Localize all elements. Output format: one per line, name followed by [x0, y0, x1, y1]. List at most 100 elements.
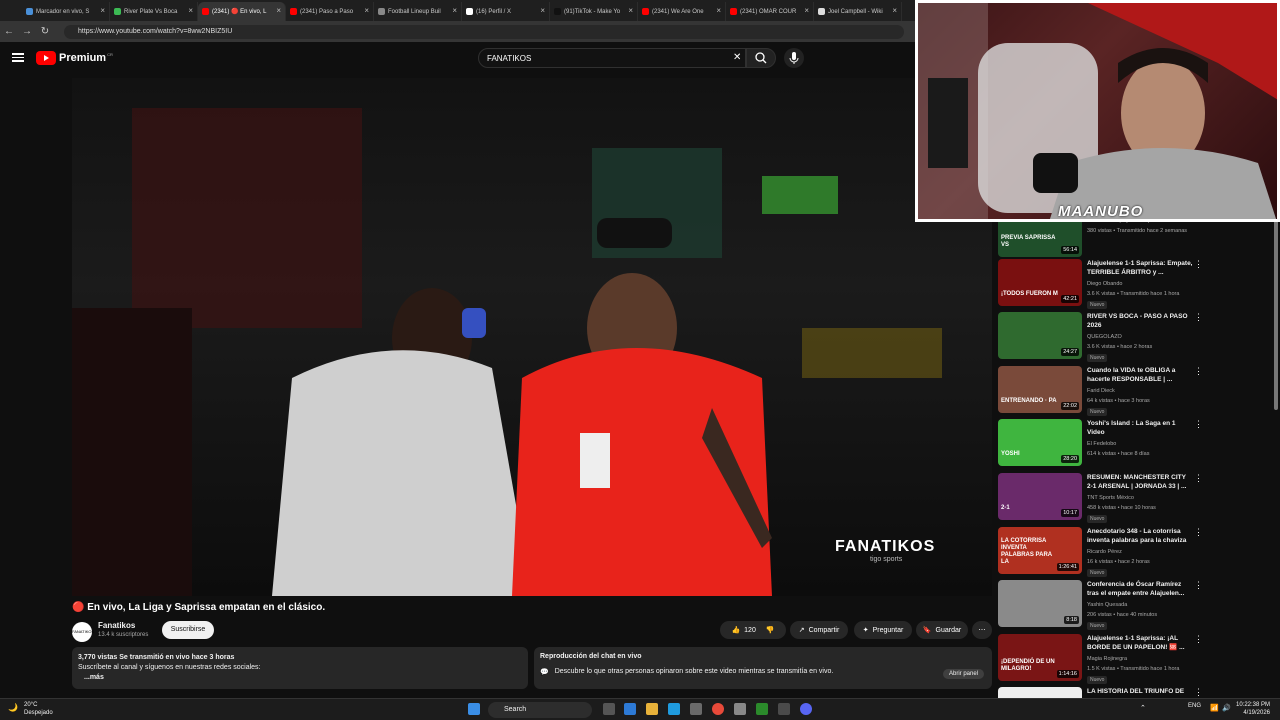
related-video-item[interactable]: 2-1 10:17 RESUMEN: MANCHESTER CITY 2-1 ARS…	[998, 473, 1273, 525]
close-tab-icon[interactable]: ×	[540, 6, 545, 15]
close-tab-icon[interactable]: ×	[188, 6, 193, 15]
browser-tab[interactable]: (2341) OMAR COUR ×	[726, 2, 814, 21]
weather-widget[interactable]: 🌙 20°C Despejado	[8, 701, 53, 717]
open-panel-button[interactable]: Abrir panel	[942, 669, 984, 679]
volume-icon[interactable]: 🔊	[1222, 704, 1231, 712]
close-tab-icon[interactable]: ×	[364, 6, 369, 15]
more-vertical-icon[interactable]: ⋮	[1194, 687, 1203, 698]
app-icon[interactable]	[778, 703, 790, 715]
more-actions-button[interactable]: ⋯	[972, 621, 992, 639]
video-thumbnail[interactable]: 24:27	[998, 312, 1082, 360]
browser-tab[interactable]: Football Lineup Buil ×	[374, 2, 462, 21]
related-channel-name[interactable]: Diego Obando	[1087, 281, 1122, 287]
more-vertical-icon[interactable]: ⋮	[1194, 259, 1203, 270]
share-button[interactable]: ↗ Compartir	[790, 621, 848, 639]
nvidia-icon[interactable]	[756, 703, 768, 715]
close-tab-icon[interactable]: ×	[892, 6, 897, 15]
more-vertical-icon[interactable]: ⋮	[1194, 634, 1203, 645]
related-video-title[interactable]: Cuando la VIDA te OBLIGA a hacerte RESPO…	[1087, 366, 1193, 384]
related-video-title[interactable]: Alajuelense 1-1 Saprissa: Empate, TERRIB…	[1087, 259, 1193, 277]
related-channel-name[interactable]: QUEGOLAZO	[1087, 334, 1122, 340]
reload-icon[interactable]: ↻	[36, 26, 54, 37]
related-video-item[interactable]: 8:18 Conferencia de Óscar Ramírez tras el…	[998, 580, 1273, 632]
related-channel-name[interactable]: Magia Rojinegra	[1087, 656, 1127, 662]
related-video-title[interactable]: Anecdotario 348 - La cotorrisa inventa p…	[1087, 527, 1193, 545]
description-more[interactable]: ...más	[78, 673, 522, 683]
copilot-icon[interactable]	[624, 703, 636, 715]
video-thumbnail[interactable]: ENTRENANDO · PA 22:02	[998, 365, 1082, 413]
channel-avatar[interactable]: FANATIKOS	[72, 622, 94, 642]
voice-search-button[interactable]	[784, 48, 804, 68]
file-explorer-icon[interactable]	[646, 703, 658, 715]
close-tab-icon[interactable]: ×	[276, 6, 281, 15]
dislike-icon[interactable]: 👎	[766, 626, 775, 634]
browser-tab[interactable]: Joel Campbell - Wiki ×	[814, 2, 902, 21]
related-video-item[interactable]: PREVIA SAPRISSA VS 56:14 Palco de Pie | By…	[998, 220, 1273, 262]
browser-tab[interactable]: (2341) 🔴 En vivo, L ×	[198, 2, 286, 21]
clear-search-icon[interactable]: ✕	[733, 52, 741, 63]
like-icon[interactable]: 👍	[731, 626, 740, 634]
store-icon[interactable]	[690, 703, 702, 715]
browser-tab[interactable]: (16) Perfil / X ×	[462, 2, 550, 21]
task-view-icon[interactable]	[603, 703, 615, 715]
related-video-item[interactable]: ENTRENANDO · PA 22:02 Cuando la VIDA te OB…	[998, 365, 1273, 418]
video-thumbnail[interactable]: 2-1 10:17	[998, 473, 1082, 520]
youtube-logo[interactable]: Premium CR	[36, 51, 113, 65]
related-video-item[interactable]: ¡DEPENDIÓ DE UN MILAGRO! 1:14:16 Alajuelen…	[998, 633, 1273, 686]
video-thumbnail[interactable]: YOSHI 28:20	[998, 419, 1082, 467]
close-tab-icon[interactable]: ×	[628, 6, 633, 15]
sidebar-scrollbar[interactable]	[1274, 220, 1278, 410]
url-field[interactable]: https://www.youtube.com/watch?v=8ww2NBIZ…	[64, 25, 904, 39]
discord-icon[interactable]	[800, 703, 812, 715]
browser-tab[interactable]: River Plate Vs Boca ×	[110, 2, 198, 21]
close-tab-icon[interactable]: ×	[452, 6, 457, 15]
related-video-title[interactable]: RESUMEN: MANCHESTER CITY 2-1 ARSENAL | J…	[1087, 473, 1193, 491]
more-vertical-icon[interactable]: ⋮	[1194, 366, 1203, 377]
related-video-item[interactable]: YOSHI 28:20 Yoshi's Island : La Saga en 1 …	[998, 419, 1273, 471]
video-thumbnail[interactable]: PREVIA SAPRISSA VS 56:14	[998, 220, 1082, 257]
browser-tab[interactable]: (2341) We Are One ×	[638, 2, 726, 21]
subscribe-button[interactable]: Suscribirse	[162, 621, 214, 639]
chrome-icon[interactable]	[712, 703, 724, 715]
ask-button[interactable]: ✦ Preguntar	[854, 621, 912, 639]
close-tab-icon[interactable]: ×	[804, 6, 809, 15]
back-icon[interactable]: ←	[0, 26, 18, 37]
related-video-item[interactable]: ¡TODOS FUERON M 42:21 Alajuelense 1-1 Sapr…	[998, 258, 1273, 311]
related-video-item[interactable]: LA COTORRISA INVENTA PALABRAS PARA LA 1:2…	[998, 526, 1273, 579]
system-clock[interactable]: 10:22:38 PM 4/19/2026	[1236, 701, 1270, 717]
windows-start-icon[interactable]	[468, 703, 480, 715]
video-thumbnail[interactable]: LA COTORRISA INVENTA PALABRAS PARA LA 1:2…	[998, 526, 1082, 574]
more-vertical-icon[interactable]: ⋮	[1194, 580, 1203, 591]
related-channel-name[interactable]: Yashin Quesada	[1087, 602, 1127, 608]
related-video-title[interactable]: RIVER VS BOCA - PASO A PASO 2026	[1087, 312, 1193, 330]
tray-chevron-icon[interactable]: ⌃	[1140, 704, 1146, 712]
search-button[interactable]	[746, 48, 776, 68]
more-vertical-icon[interactable]: ⋮	[1194, 419, 1203, 430]
hamburger-menu-icon[interactable]	[12, 51, 24, 63]
related-channel-name[interactable]: El Fedelobo	[1087, 441, 1116, 447]
related-channel-name[interactable]: Farid Dieck	[1087, 388, 1115, 394]
taskbar-search[interactable]: Search	[488, 702, 592, 718]
edge-icon[interactable]	[668, 703, 680, 715]
video-thumbnail[interactable]: 8:18	[998, 580, 1082, 628]
more-vertical-icon[interactable]: ⋮	[1194, 473, 1203, 484]
video-thumbnail[interactable]: ¡TODOS FUERON M 42:21	[998, 258, 1082, 306]
forward-icon[interactable]: →	[18, 26, 36, 37]
video-thumbnail[interactable]: ¡DEPENDIÓ DE UN MILAGRO! 1:14:16	[998, 633, 1082, 681]
related-video-title[interactable]: Yoshi's Island : La Saga en 1 Video	[1087, 419, 1193, 437]
related-video-title[interactable]: LA HISTORIA DEL TRIUNFO DE	[1087, 687, 1193, 696]
search-input[interactable]: FANATIKOS	[478, 48, 746, 68]
browser-tab[interactable]: Marcador en vivo, S ×	[22, 2, 110, 21]
more-vertical-icon[interactable]: ⋮	[1194, 527, 1203, 538]
description-box[interactable]: 3,770 vistas Se transmitió en vivo hace …	[72, 647, 528, 689]
close-tab-icon[interactable]: ×	[716, 6, 721, 15]
close-tab-icon[interactable]: ×	[100, 6, 105, 15]
save-button[interactable]: 🔖 Guardar	[916, 621, 968, 639]
related-video-item[interactable]: 24:27 RIVER VS BOCA - PASO A PASO 2026 QUE…	[998, 312, 1273, 364]
more-vertical-icon[interactable]: ⋮	[1194, 312, 1203, 323]
browser-tab[interactable]: (2341) Paso a Paso ×	[286, 2, 374, 21]
settings-icon[interactable]	[734, 703, 746, 715]
video-player[interactable]: FANATIKOS tigo sports	[72, 78, 992, 596]
like-count[interactable]: 120	[744, 627, 756, 634]
related-video-title[interactable]: Alajuelense 1-1 Saprissa: ¡AL BORDE DE U…	[1087, 634, 1193, 652]
